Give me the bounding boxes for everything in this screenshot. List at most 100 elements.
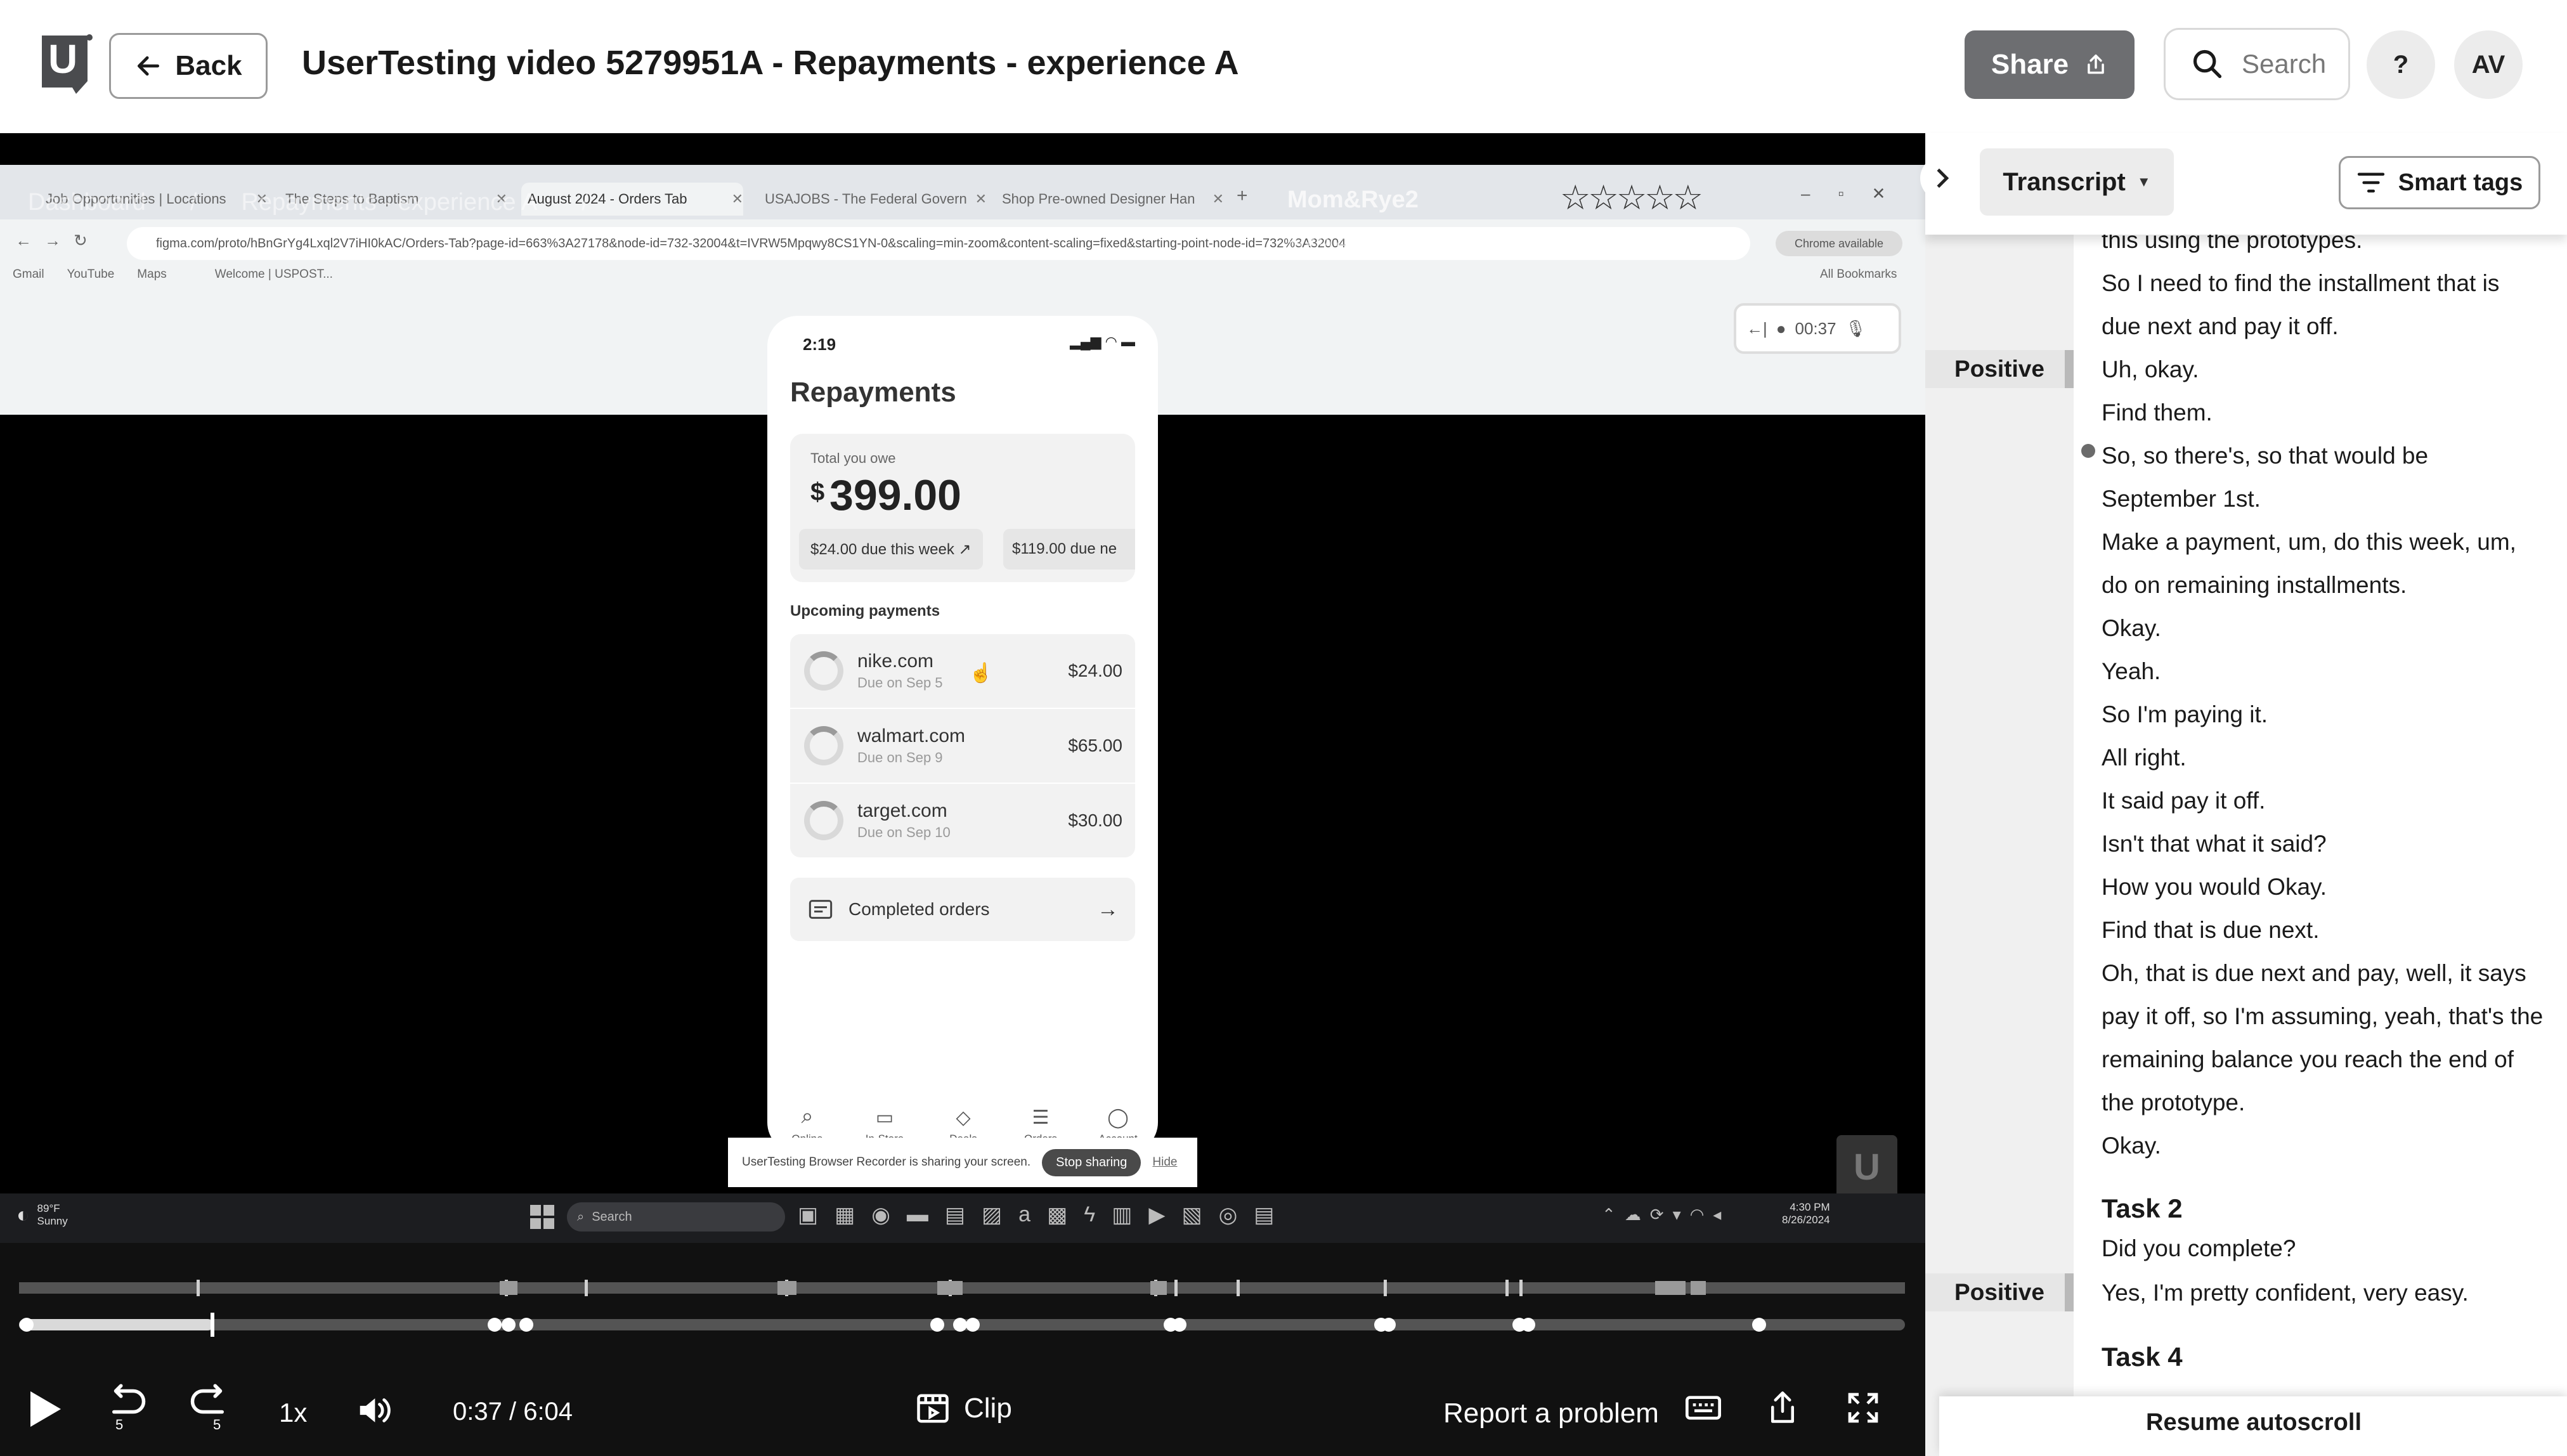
- transcript-line[interactable]: September 1st.: [2102, 486, 2261, 512]
- help-button[interactable]: ?: [2367, 30, 2435, 99]
- volume-button[interactable]: [355, 1394, 392, 1427]
- overlay-breadcrumb: Dashboard / Repayments - experience A /: [28, 189, 588, 216]
- play-button[interactable]: [28, 1389, 63, 1429]
- report-problem-button[interactable]: Report a problem: [1443, 1398, 1659, 1429]
- logo[interactable]: U: [39, 33, 94, 99]
- annotation-segment[interactable]: [1150, 1281, 1167, 1295]
- arrow-right-icon: →: [1097, 897, 1119, 921]
- tag-positive[interactable]: Positive: [1925, 1273, 2074, 1311]
- transcript-line[interactable]: Uh, okay.: [2102, 356, 2199, 383]
- transcript-line[interactable]: Isn't that what it said?: [2102, 831, 2327, 857]
- payment-row[interactable]: walmart.com Due on Sep 9 $65.00: [790, 709, 1135, 783]
- progress-fill: [19, 1319, 213, 1330]
- timeline-dot[interactable]: [1521, 1318, 1535, 1332]
- completed-orders-row[interactable]: Completed orders →: [790, 878, 1135, 941]
- timeline-dot[interactable]: [1382, 1318, 1396, 1332]
- transcript-line[interactable]: How you would Okay.: [2102, 874, 2327, 900]
- keyboard-icon: [1686, 1396, 1721, 1420]
- upcoming-label: Upcoming payments: [790, 602, 940, 620]
- annotation-tick[interactable]: [585, 1280, 588, 1296]
- player-controls: 5 5 1x 0:37 / 6:04 Clip Report a problem: [0, 1243, 1925, 1456]
- speed-button[interactable]: 1x: [279, 1398, 307, 1428]
- clip-button[interactable]: Clip: [916, 1393, 1012, 1424]
- annotation-tick[interactable]: [1505, 1280, 1509, 1296]
- chrome-available: Chrome available: [1776, 231, 1902, 256]
- timeline-dot[interactable]: [1173, 1318, 1186, 1332]
- mic-icon: 🎙: [1845, 318, 1866, 338]
- skip-back-button[interactable]: 5: [105, 1384, 150, 1434]
- transcript-line[interactable]: Oh, that is due next and pay, well, it s…: [2102, 960, 2526, 987]
- transcript-line[interactable]: Yeah.: [2102, 658, 2161, 685]
- progress-ring: [804, 651, 843, 691]
- skip-forward-button[interactable]: 5: [189, 1384, 233, 1434]
- smart-tags-button[interactable]: Smart tags: [2339, 156, 2540, 209]
- annotation-segment[interactable]: [1691, 1281, 1706, 1295]
- task-heading: Task 2: [2102, 1193, 2183, 1223]
- tag-positive[interactable]: Positive: [1925, 350, 2074, 388]
- transcript-line-current[interactable]: So, so there's, so that would be: [2102, 443, 2428, 469]
- transcript-line[interactable]: It said pay it off.: [2102, 788, 2265, 814]
- due-pill[interactable]: $24.00 due this week ↗: [799, 529, 983, 569]
- search-input[interactable]: Search: [2164, 28, 2350, 100]
- transcript-line[interactable]: Find them.: [2102, 400, 2213, 426]
- transcript-line[interactable]: Yes, I'm pretty confident, very easy.: [2102, 1280, 2469, 1306]
- transcript-line[interactable]: Make a payment, um, do this week, um,: [2102, 529, 2516, 556]
- progress-ring: [804, 801, 843, 840]
- keyboard-shortcuts-button[interactable]: [1686, 1395, 1721, 1420]
- timeline-dot[interactable]: [930, 1318, 944, 1332]
- timeline-dot[interactable]: [1752, 1318, 1766, 1332]
- annotation-segment[interactable]: [1655, 1281, 1686, 1295]
- volume-icon: [360, 1398, 391, 1422]
- annotation-tick[interactable]: [1237, 1280, 1240, 1296]
- collapse-panel-button[interactable]: [1920, 156, 1965, 200]
- transcript-line[interactable]: pay it off, so I'm assuming, yeah, that'…: [2102, 1003, 2543, 1030]
- annotation-segment[interactable]: [937, 1281, 963, 1295]
- annotation-tick[interactable]: [1384, 1280, 1387, 1296]
- stop-sharing-button[interactable]: Stop sharing: [1042, 1148, 1141, 1176]
- transcript-line[interactable]: the prototype.: [2102, 1089, 2245, 1116]
- annotation-tick[interactable]: [1519, 1280, 1523, 1296]
- share-button[interactable]: Share: [1965, 30, 2135, 99]
- timeline-dot[interactable]: [488, 1318, 502, 1332]
- annotation-tick[interactable]: [197, 1280, 200, 1296]
- receipt-icon: [809, 900, 833, 919]
- panel-toolbar: Transcript ▼ Smart tags: [1920, 133, 2567, 235]
- annotation-segment[interactable]: [777, 1281, 796, 1295]
- timeline-dot[interactable]: [502, 1318, 516, 1332]
- timeline-dot[interactable]: [519, 1318, 533, 1332]
- weather-widget: ◐ 89°F Sunny: [16, 1202, 68, 1227]
- due-pill[interactable]: $119.00 due ne: [1003, 529, 1135, 569]
- payment-row[interactable]: nike.com Due on Sep 5 $24.00: [790, 634, 1135, 708]
- progress-ring: [804, 726, 843, 765]
- transcript-line[interactable]: do on remaining installments.: [2102, 572, 2407, 599]
- share-video-button[interactable]: [1768, 1390, 1797, 1424]
- transcript-line[interactable]: So I'm paying it.: [2102, 701, 2268, 728]
- transcript-dropdown[interactable]: Transcript ▼: [1980, 148, 2174, 216]
- back-button[interactable]: Back: [109, 33, 268, 99]
- window-controls: –▫✕: [1801, 184, 1914, 203]
- video-player[interactable]: Job Opportunities | Locations ✕ The Steps…: [0, 133, 1925, 1243]
- playhead[interactable]: [211, 1313, 214, 1337]
- transcript-line[interactable]: Okay.: [2102, 1133, 2161, 1159]
- timeline-dot[interactable]: [966, 1318, 980, 1332]
- recorder-widget[interactable]: ←| ● 00:37 🎙: [1734, 303, 1901, 354]
- annotation-segment[interactable]: [500, 1281, 517, 1295]
- annotation-tick[interactable]: [1174, 1280, 1178, 1296]
- transcript-line[interactable]: Find that is due next.: [2102, 917, 2319, 944]
- transcript-line[interactable]: So I need to find the installment that i…: [2102, 270, 2499, 297]
- transcript-line[interactable]: remaining balance you reach the end of: [2102, 1046, 2514, 1073]
- timeline-dot[interactable]: [953, 1318, 967, 1332]
- avatar[interactable]: AV: [2454, 30, 2523, 99]
- hide-link[interactable]: Hide: [1152, 1155, 1177, 1169]
- transcript-line[interactable]: due next and pay it off.: [2102, 313, 2339, 340]
- transcript-line[interactable]: All right.: [2102, 744, 2187, 771]
- transcript-line[interactable]: Okay.: [2102, 615, 2161, 642]
- payment-row[interactable]: target.com Due on Sep 10 $30.00: [790, 784, 1135, 857]
- timeline-dot[interactable]: [20, 1318, 34, 1332]
- fullscreen-button[interactable]: [1845, 1390, 1881, 1426]
- transcript-line[interactable]: Did you complete?: [2102, 1235, 2296, 1262]
- cursor-icon: ☝: [969, 663, 993, 684]
- fullscreen-icon: [1848, 1393, 1878, 1423]
- rating-stars[interactable]: ☆☆☆☆☆: [1560, 178, 1703, 218]
- resume-autoscroll-button[interactable]: Resume autoscroll: [2146, 1409, 2362, 1436]
